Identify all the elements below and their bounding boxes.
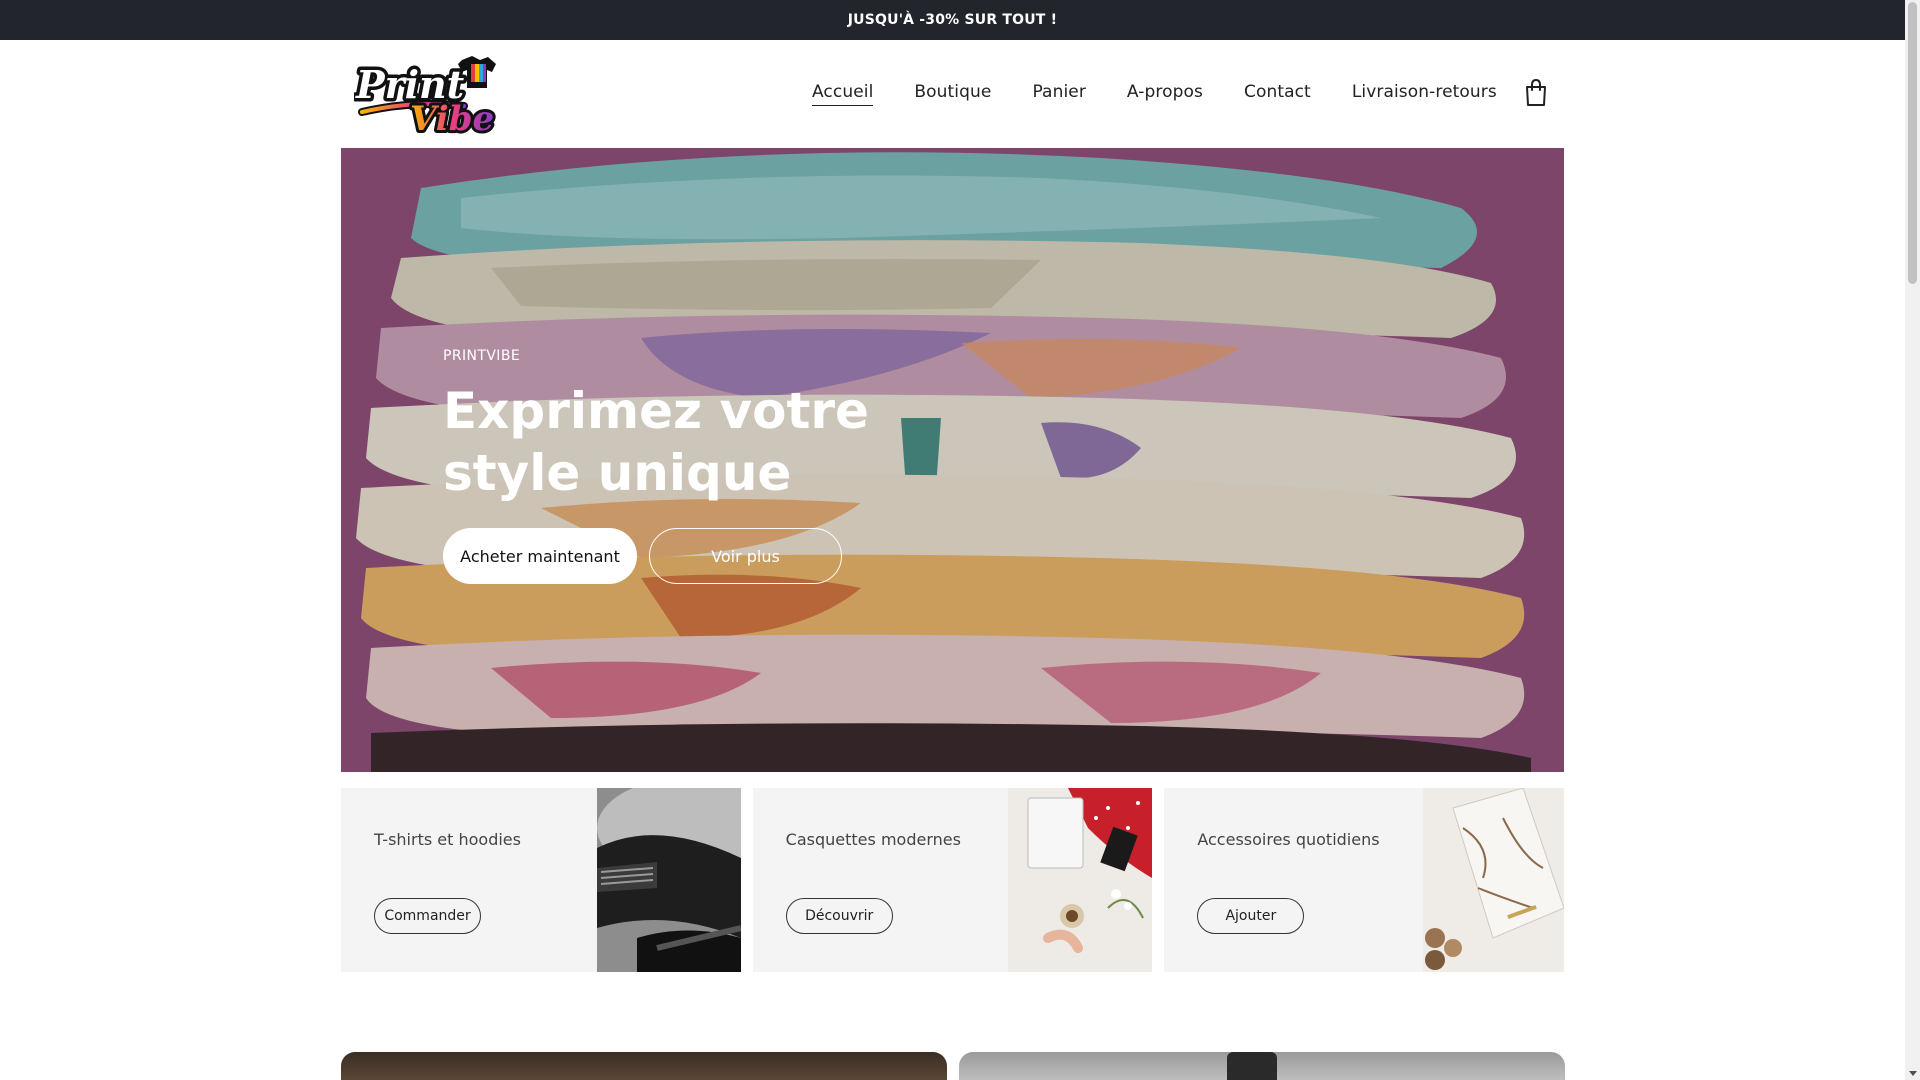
phone-case-photo: [1423, 788, 1565, 972]
nav-livraison-retours[interactable]: Livraison-retours: [1352, 82, 1497, 106]
nav-a-propos[interactable]: A-propos: [1127, 82, 1203, 106]
person-photo-fragment: [1227, 1052, 1277, 1080]
hero-title-line-1: Exprimez votre: [443, 382, 869, 440]
featured-card-right[interactable]: [959, 1052, 1565, 1080]
collection-card-tshirts[interactable]: T-shirts et hoodies Commander: [341, 788, 741, 972]
collection-cards: T-shirts et hoodies Commander Casquettes…: [341, 788, 1565, 972]
site-header: Print Print Vibe Vibe Accueil Boutique P…: [0, 40, 1905, 148]
shopping-bag-icon[interactable]: [1522, 78, 1550, 108]
page-scrollbar[interactable]: [1905, 0, 1920, 1080]
nav-contact[interactable]: Contact: [1244, 82, 1311, 106]
card-title: Casquettes modernes: [785, 830, 961, 849]
scroll-down-arrow-icon[interactable]: [1909, 1071, 1917, 1076]
hero-title-line-2: style unique: [443, 444, 792, 502]
hero-banner: PRINTVIBE Exprimez votre style unique Ac…: [341, 148, 1564, 772]
hero-title: Exprimez votre style unique: [443, 380, 963, 504]
announcement-text: JUSQU'À -30% SUR TOUT !: [847, 12, 1058, 28]
featured-card-left[interactable]: [341, 1052, 947, 1080]
card-title: T-shirts et hoodies: [374, 830, 521, 849]
collection-card-accessories[interactable]: Accessoires quotidiens Ajouter: [1164, 788, 1565, 972]
hero-eyebrow: PRINTVIBE: [443, 348, 521, 364]
nav-boutique[interactable]: Boutique: [914, 82, 991, 106]
see-more-button[interactable]: Voir plus: [649, 528, 842, 584]
cap-photo: [596, 788, 741, 972]
desk-items-photo: [1008, 788, 1153, 972]
order-button[interactable]: Commander: [374, 898, 481, 934]
svg-text:Vibe: Vibe: [410, 99, 494, 134]
card-title: Accessoires quotidiens: [1197, 830, 1380, 849]
hero-buttons: Acheter maintenant Voir plus: [443, 528, 963, 584]
featured-section-peek: [341, 1052, 1565, 1080]
collection-card-caps[interactable]: Casquettes modernes Découvrir: [752, 788, 1153, 972]
scrollbar-thumb[interactable]: [1908, 2, 1917, 284]
nav-panier[interactable]: Panier: [1032, 82, 1085, 106]
printvibe-logo[interactable]: Print Print Vibe Vibe: [352, 54, 504, 142]
nav-accueil[interactable]: Accueil: [812, 82, 874, 106]
announcement-bar: JUSQU'À -30% SUR TOUT !: [0, 0, 1905, 40]
add-button[interactable]: Ajouter: [1197, 898, 1305, 934]
main-nav: Accueil Boutique Panier A-propos Contact…: [812, 40, 1538, 148]
discover-button[interactable]: Découvrir: [785, 898, 893, 934]
shop-now-button[interactable]: Acheter maintenant: [443, 528, 637, 584]
hero-content: PRINTVIBE Exprimez votre style unique Ac…: [443, 348, 963, 584]
